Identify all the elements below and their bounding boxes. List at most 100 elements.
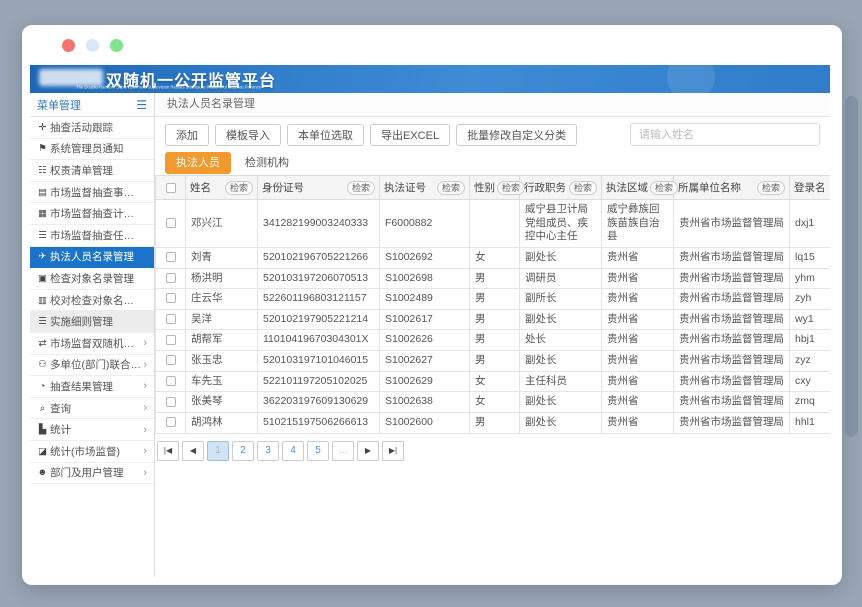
menu-item-label: 抽查结果管理 bbox=[50, 379, 143, 394]
chevron-right-icon: › bbox=[143, 337, 149, 349]
table-row: 胡鸿林 510215197506266613 S1002600 男 副处长 贵州… bbox=[156, 413, 831, 434]
name-search-input[interactable] bbox=[630, 123, 820, 146]
sidebar-menu: ✛ 抽查活动跟踪 › ⚑ 系统管理员通知 › ☷ 权责清 bbox=[30, 117, 154, 484]
tab[interactable]: 检测机构 bbox=[234, 152, 300, 174]
name-cell: 邓兴江 bbox=[186, 200, 258, 248]
row-checkbox[interactable] bbox=[166, 335, 176, 345]
license-cell: S1002629 bbox=[380, 371, 470, 392]
sidebar-menu-item[interactable]: ☻ 部门及用户管理 › bbox=[30, 463, 154, 485]
column-header: 身份证号 检索 bbox=[258, 176, 380, 200]
column-filter-button[interactable]: 检索 bbox=[650, 181, 678, 195]
license-cell: S1002600 bbox=[380, 413, 470, 434]
page-number-button[interactable]: 5 bbox=[307, 441, 329, 461]
toolbar-button[interactable]: 模板导入 bbox=[215, 124, 281, 146]
toolbar-button[interactable]: 导出EXCEL bbox=[370, 124, 450, 146]
chevron-right-icon: › bbox=[143, 424, 149, 436]
tab[interactable]: 执法人员 bbox=[165, 152, 231, 174]
column-filter-button[interactable]: 检索 bbox=[497, 181, 525, 195]
gender-cell: 男 bbox=[470, 309, 520, 330]
select-all-checkbox[interactable] bbox=[166, 183, 176, 193]
sidebar-menu-item[interactable]: ⚑ 系统管理员通知 › bbox=[30, 139, 154, 161]
row-checkbox[interactable] bbox=[166, 314, 176, 324]
id-number-cell: 520102197905221214 bbox=[258, 309, 380, 330]
row-checkbox[interactable] bbox=[166, 397, 176, 407]
page-number-button[interactable]: 4 bbox=[282, 441, 304, 461]
id-number-cell: 362203197609130629 bbox=[258, 392, 380, 413]
row-checkbox[interactable] bbox=[166, 417, 176, 427]
column-header: 行政职务 检索 bbox=[520, 176, 602, 200]
gender-cell: 女 bbox=[470, 371, 520, 392]
column-header: 执法区域 检索 bbox=[602, 176, 674, 200]
sidebar-menu-item[interactable]: ◪ 统计(市场监督) › bbox=[30, 441, 154, 463]
menu-item-icon: ▦ bbox=[35, 208, 50, 219]
column-filter-button[interactable]: 检索 bbox=[225, 181, 253, 195]
column-filter-button[interactable]: 检索 bbox=[757, 181, 785, 195]
minimize-window-button[interactable] bbox=[86, 39, 99, 52]
menu-item-icon: ✛ bbox=[35, 122, 50, 133]
hamburger-menu-icon[interactable]: ☰ bbox=[136, 98, 147, 112]
region-cell: 贵州省 bbox=[602, 413, 674, 434]
sidebar-menu-item[interactable]: ✛ 抽查活动跟踪 › bbox=[30, 117, 154, 139]
position-cell: 副处长 bbox=[520, 351, 602, 372]
sidebar-menu-item[interactable]: ☰ 市场监督抽查任务库 › bbox=[30, 225, 154, 247]
sidebar-menu-item[interactable]: ▦ 市场监督抽查计划库 › bbox=[30, 203, 154, 225]
row-checkbox[interactable] bbox=[166, 376, 176, 386]
table-row: 张美琴 362203197609130629 S1002638 女 副处长 贵州… bbox=[156, 392, 831, 413]
id-number-cell: 520102196705221266 bbox=[258, 247, 380, 268]
column-filter-button[interactable]: 检索 bbox=[347, 181, 375, 195]
menu-item-label: 权责清单管理 bbox=[50, 163, 143, 178]
close-window-button[interactable] bbox=[62, 39, 75, 52]
login-cell: zyz bbox=[790, 351, 831, 372]
sidebar-menu-item[interactable]: ✈ 执法人员名录管理 › bbox=[30, 247, 154, 269]
first-page-button[interactable]: |◀ bbox=[157, 441, 179, 461]
last-page-button[interactable]: ▶| bbox=[382, 441, 404, 461]
row-checkbox[interactable] bbox=[166, 273, 176, 283]
login-cell: zyh bbox=[790, 289, 831, 310]
toolbar-button[interactable]: 批量修改自定义分类 bbox=[456, 124, 577, 146]
gender-cell: 男 bbox=[470, 268, 520, 289]
row-select-cell bbox=[156, 330, 186, 351]
column-label: 身份证号 bbox=[262, 180, 304, 195]
sidebar-menu-item[interactable]: ◔ 抽查结果管理 › bbox=[30, 376, 154, 398]
sidebar-menu-item[interactable]: ⌕ 查询 › bbox=[30, 398, 154, 420]
row-checkbox[interactable] bbox=[166, 252, 176, 262]
sidebar-menu-item[interactable]: ☰ 实施细则管理 › bbox=[30, 311, 154, 333]
toolbar-button[interactable]: 本单位选取 bbox=[287, 124, 364, 146]
column-filter-button[interactable]: 检索 bbox=[569, 181, 597, 195]
maximize-window-button[interactable] bbox=[110, 39, 123, 52]
column-filter-button[interactable]: 检索 bbox=[437, 181, 465, 195]
tab-label: 检测机构 bbox=[245, 157, 289, 169]
column-header: 登录名 bbox=[790, 176, 831, 200]
gender-cell: 女 bbox=[470, 392, 520, 413]
menu-item-label: 实施细则管理 bbox=[50, 314, 143, 329]
sidebar-menu-item[interactable]: ⚇ 多单位(部门)联合抽查 › bbox=[30, 355, 154, 377]
menu-item-label: 检查对象名录管理 bbox=[50, 271, 143, 286]
login-cell: cxy bbox=[790, 371, 831, 392]
prev-page-button[interactable]: ◀ bbox=[182, 441, 204, 461]
table-row: 张玉忠 520103197101046015 S1002627 男 副处长 贵州… bbox=[156, 351, 831, 372]
page-number-button[interactable]: ... bbox=[332, 441, 354, 461]
sidebar-menu-item[interactable]: ▙ 统计 › bbox=[30, 419, 154, 441]
page-number-button[interactable]: 1 bbox=[207, 441, 229, 461]
page-number-button[interactable]: 2 bbox=[232, 441, 254, 461]
sidebar-menu-item[interactable]: ▥ 校对检查对象名录库 › bbox=[30, 290, 154, 312]
name-cell: 吴洋 bbox=[186, 309, 258, 330]
page-number-button[interactable]: 3 bbox=[257, 441, 279, 461]
chevron-right-icon: › bbox=[143, 359, 149, 371]
toolbar-button[interactable]: 添加 bbox=[165, 124, 209, 146]
row-select-cell bbox=[156, 289, 186, 310]
region-cell: 贵州省 bbox=[602, 371, 674, 392]
sidebar-menu-item[interactable]: ▣ 检查对象名录管理 › bbox=[30, 268, 154, 290]
menu-item-label: 市场监督抽查计划库 bbox=[50, 206, 143, 221]
row-checkbox[interactable] bbox=[166, 293, 176, 303]
row-checkbox[interactable] bbox=[166, 218, 176, 228]
sidebar-menu-item[interactable]: ⇄ 市场监督双随机抽查 › bbox=[30, 333, 154, 355]
name-cell: 庄云华 bbox=[186, 289, 258, 310]
sidebar-menu-item[interactable]: ☷ 权责清单管理 › bbox=[30, 160, 154, 182]
row-checkbox[interactable] bbox=[166, 355, 176, 365]
next-page-button[interactable]: ▶ bbox=[357, 441, 379, 461]
page-scrollbar-thumb[interactable] bbox=[845, 96, 858, 437]
toolbar: 添加 模板导入 本单位选取 导出EXCEL 批量修改自定义分类 bbox=[155, 117, 830, 151]
sidebar-menu-item[interactable]: ▤ 市场监督抽查事项库 › bbox=[30, 182, 154, 204]
gender-cell: 男 bbox=[470, 413, 520, 434]
